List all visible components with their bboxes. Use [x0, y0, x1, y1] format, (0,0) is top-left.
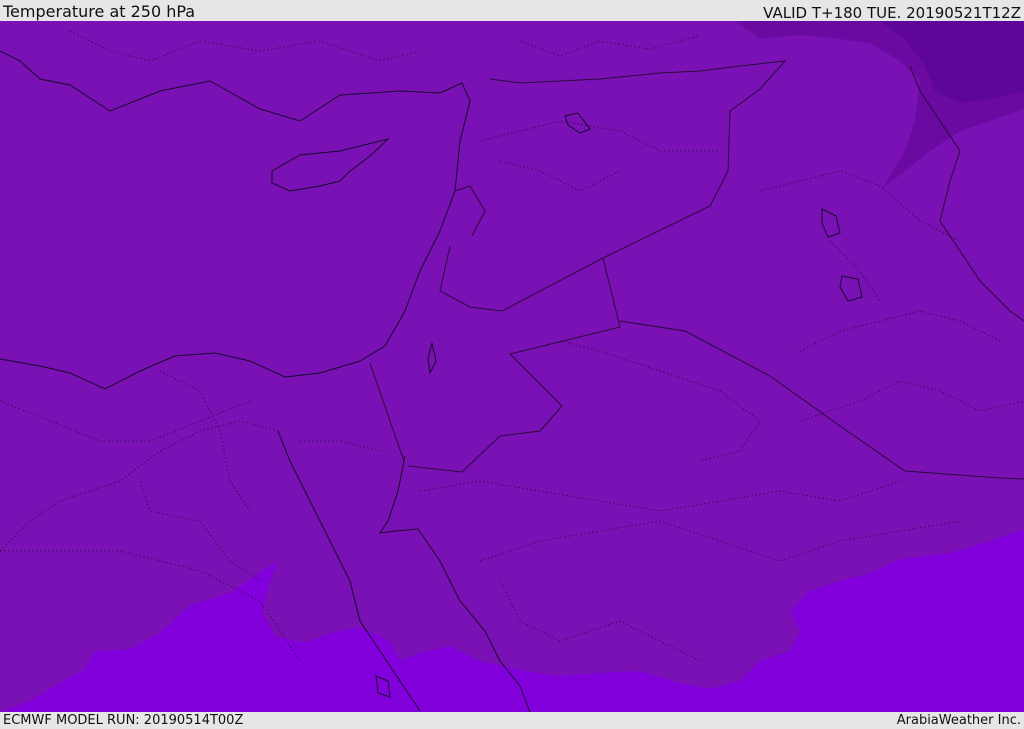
model-run-label: ECMWF MODEL RUN: 20190514T00Z [3, 713, 244, 728]
credit-label: ArabiaWeather Inc. [896, 713, 1021, 728]
valid-time: VALID T+180 TUE. 20190521T12Z [763, 4, 1021, 22]
map-area[interactable] [0, 21, 1024, 712]
footer-bar: ECMWF MODEL RUN: 20190514T00Z ArabiaWeat… [0, 712, 1024, 729]
page: Temperature at 250 hPa VALID T+180 TUE. … [0, 0, 1024, 729]
header-bar: Temperature at 250 hPa VALID T+180 TUE. … [0, 0, 1024, 21]
map-title: Temperature at 250 hPa [3, 2, 196, 21]
temperature-map [0, 21, 1024, 712]
